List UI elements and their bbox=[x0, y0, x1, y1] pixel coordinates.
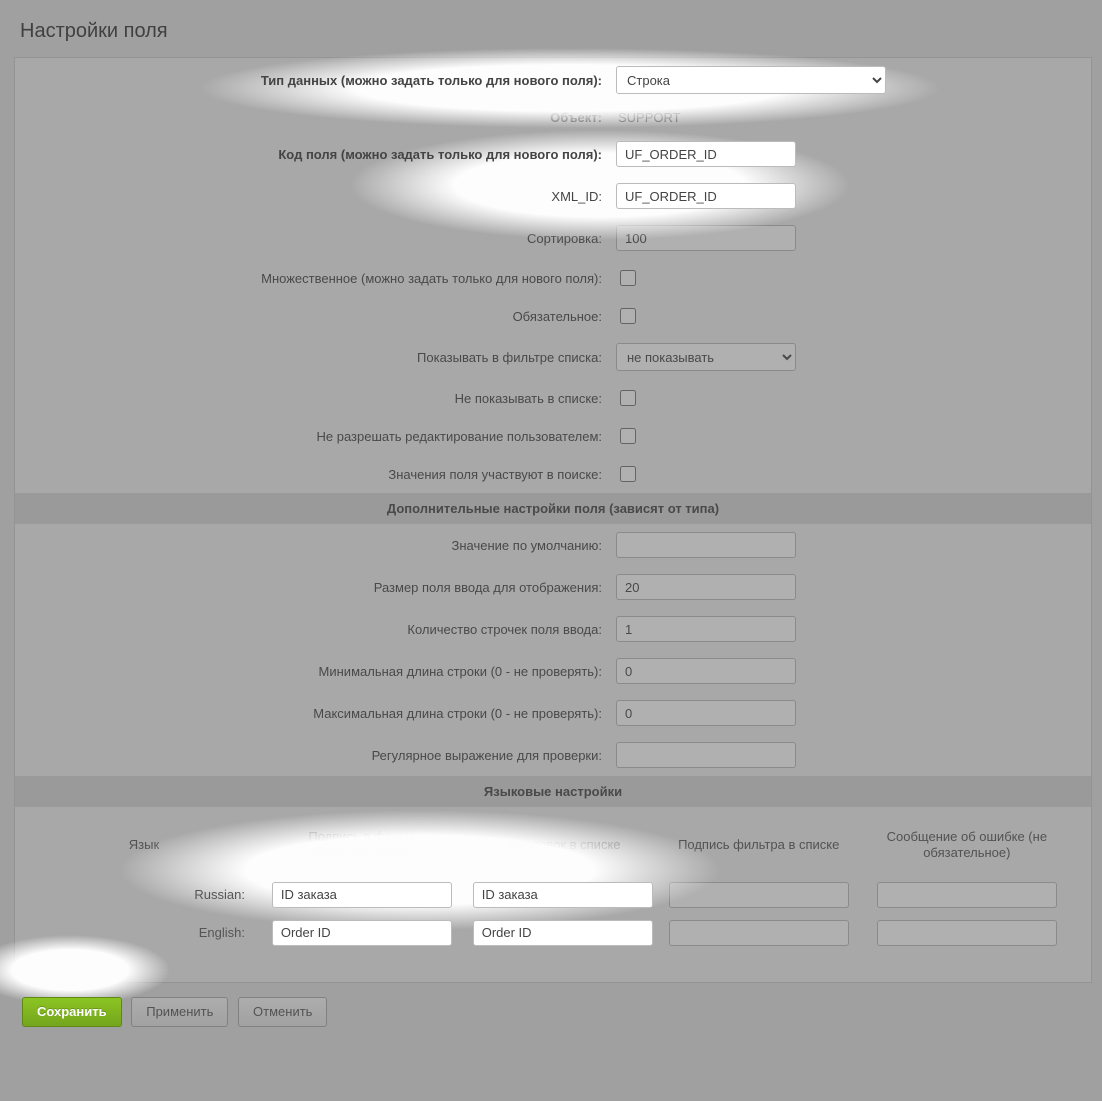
min-len-input[interactable] bbox=[616, 658, 796, 684]
size-label: Размер поля ввода для отображения: bbox=[374, 580, 602, 595]
field-code-label: Код поля (можно задать только для нового… bbox=[278, 147, 602, 162]
lang-name: English: bbox=[199, 925, 245, 940]
lang-col-lang: Язык bbox=[29, 823, 259, 876]
cancel-button[interactable]: Отменить bbox=[238, 997, 327, 1027]
max-len-input[interactable] bbox=[616, 700, 796, 726]
section-additional-header: Дополнительные настройки поля (зависят о… bbox=[15, 493, 1091, 524]
save-button[interactable]: Сохранить bbox=[22, 997, 122, 1027]
page-title: Настройки поля bbox=[0, 0, 1102, 57]
max-len-label: Максимальная длина строки (0 - не провер… bbox=[313, 706, 602, 721]
rows-input[interactable] bbox=[616, 616, 796, 642]
lang-filter-label-input[interactable] bbox=[669, 882, 849, 908]
multiple-checkbox[interactable] bbox=[620, 270, 636, 286]
lang-col-error-msg: Сообщение об ошибке (не обязательное) bbox=[857, 823, 1077, 876]
xml-id-label: XML_ID: bbox=[551, 189, 602, 204]
lang-row-russian: Russian: bbox=[29, 876, 1077, 914]
lang-edit-label-input[interactable] bbox=[272, 920, 452, 946]
lang-filter-label-input[interactable] bbox=[669, 920, 849, 946]
min-len-label: Минимальная длина строки (0 - не проверя… bbox=[319, 664, 602, 679]
lang-error-msg-input[interactable] bbox=[877, 920, 1057, 946]
regex-label: Регулярное выражение для проверки: bbox=[372, 748, 602, 763]
xml-id-input[interactable] bbox=[616, 183, 796, 209]
in-search-checkbox[interactable] bbox=[620, 466, 636, 482]
lang-list-header-input[interactable] bbox=[473, 920, 653, 946]
lang-col-list-header: Заголовок в списке bbox=[465, 823, 661, 876]
sort-input[interactable] bbox=[616, 225, 796, 251]
required-label: Обязательное: bbox=[513, 309, 602, 324]
default-label: Значение по умолчанию: bbox=[452, 538, 602, 553]
lang-list-header-input[interactable] bbox=[473, 882, 653, 908]
required-checkbox[interactable] bbox=[620, 308, 636, 324]
field-code-input[interactable] bbox=[616, 141, 796, 167]
apply-button[interactable]: Применить bbox=[131, 997, 228, 1027]
lang-name: Russian: bbox=[194, 887, 245, 902]
sort-label: Сортировка: bbox=[527, 231, 602, 246]
show-filter-select[interactable]: не показывать bbox=[616, 343, 796, 371]
data-type-select[interactable]: Строка bbox=[616, 66, 886, 94]
hide-list-checkbox[interactable] bbox=[620, 390, 636, 406]
form-panel: Тип данных (можно задать только для ново… bbox=[14, 57, 1092, 983]
section-lang-header: Языковые настройки bbox=[15, 776, 1091, 807]
button-row: Сохранить Применить Отменить bbox=[0, 983, 1102, 1041]
lang-col-filter-label: Подпись фильтра в списке bbox=[661, 823, 857, 876]
lang-edit-label-input[interactable] bbox=[272, 882, 452, 908]
object-label: Объект: bbox=[550, 110, 602, 125]
rows-label: Количество строчек поля ввода: bbox=[407, 622, 602, 637]
hide-list-label: Не показывать в списке: bbox=[455, 391, 602, 406]
lang-row-english: English: bbox=[29, 914, 1077, 952]
data-type-label: Тип данных (можно задать только для ново… bbox=[261, 73, 602, 88]
size-input[interactable] bbox=[616, 574, 796, 600]
lang-error-msg-input[interactable] bbox=[877, 882, 1057, 908]
multiple-label: Множественное (можно задать только для н… bbox=[261, 271, 602, 286]
object-value: SUPPORT bbox=[616, 110, 681, 125]
default-input[interactable] bbox=[616, 532, 796, 558]
no-edit-checkbox[interactable] bbox=[620, 428, 636, 444]
no-edit-label: Не разрешать редактирование пользователе… bbox=[316, 429, 602, 444]
regex-input[interactable] bbox=[616, 742, 796, 768]
show-filter-label: Показывать в фильтре списка: bbox=[417, 350, 602, 365]
in-search-label: Значения поля участвуют в поиске: bbox=[388, 467, 602, 482]
lang-col-edit-label: Подпись в форме редактирования bbox=[259, 823, 465, 876]
